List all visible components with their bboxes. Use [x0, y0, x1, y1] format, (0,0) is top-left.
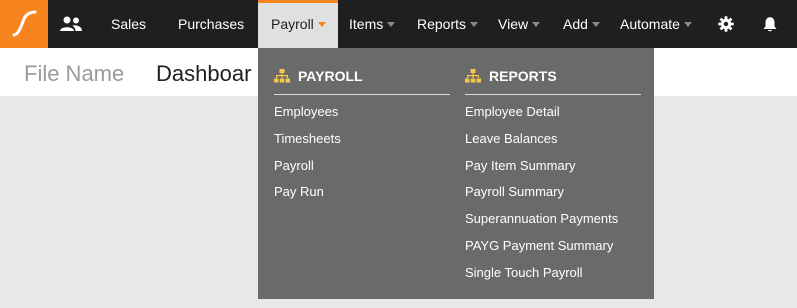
chevron-down-icon: [317, 22, 326, 27]
menu-item-payg-payment-summary[interactable]: PAYG Payment Summary: [465, 233, 641, 260]
nav-add[interactable]: Add: [563, 0, 600, 48]
menu-item-employee-detail[interactable]: Employee Detail: [465, 99, 641, 126]
menu-item-pay-run[interactable]: Pay Run: [274, 179, 450, 206]
top-navigation-bar: Sales Purchases Payroll Items Reports Vi…: [0, 0, 797, 48]
sitemap-icon: [274, 69, 290, 83]
nav-reports[interactable]: Reports: [417, 0, 479, 48]
menu-item-single-touch-payroll[interactable]: Single Touch Payroll: [465, 260, 641, 287]
reports-column: REPORTS Employee Detail Leave Balances P…: [465, 66, 641, 287]
menu-item-payroll-summary[interactable]: Payroll Summary: [465, 179, 641, 206]
nav-items[interactable]: Items: [349, 0, 396, 48]
sitemap-icon: [465, 69, 481, 83]
chevron-down-icon: [591, 22, 600, 27]
divider: [465, 94, 641, 95]
nav-purchases[interactable]: Purchases: [178, 0, 244, 48]
menu-item-payroll[interactable]: Payroll: [274, 153, 450, 180]
menu-item-employees[interactable]: Employees: [274, 99, 450, 126]
menu-item-leave-balances[interactable]: Leave Balances: [465, 126, 641, 153]
payroll-column: PAYROLL Employees Timesheets Payroll Pay…: [274, 66, 450, 206]
chevron-down-icon: [683, 22, 692, 27]
menu-item-superannuation-payments[interactable]: Superannuation Payments: [465, 206, 641, 233]
payroll-dropdown-menu: PAYROLL Employees Timesheets Payroll Pay…: [258, 48, 654, 299]
file-name[interactable]: File Name: [24, 61, 124, 87]
menu-item-pay-item-summary[interactable]: Pay Item Summary: [465, 153, 641, 180]
gear-icon[interactable]: [712, 0, 740, 48]
payroll-column-heading: PAYROLL: [274, 66, 450, 86]
people-icon[interactable]: [52, 0, 90, 48]
chevron-down-icon: [470, 22, 479, 27]
page-title: Dashboar: [156, 61, 252, 86]
nav-view[interactable]: View: [498, 0, 541, 48]
chevron-down-icon: [532, 22, 541, 27]
divider: [274, 94, 450, 95]
nav-automate[interactable]: Automate: [620, 0, 692, 48]
logo-icon[interactable]: [0, 0, 48, 48]
menu-item-timesheets[interactable]: Timesheets: [274, 126, 450, 153]
chevron-down-icon: [387, 22, 396, 27]
reports-column-heading: REPORTS: [465, 66, 641, 86]
nav-sales[interactable]: Sales: [111, 0, 146, 48]
nav-payroll[interactable]: Payroll: [258, 0, 338, 48]
bell-icon[interactable]: [756, 0, 784, 48]
